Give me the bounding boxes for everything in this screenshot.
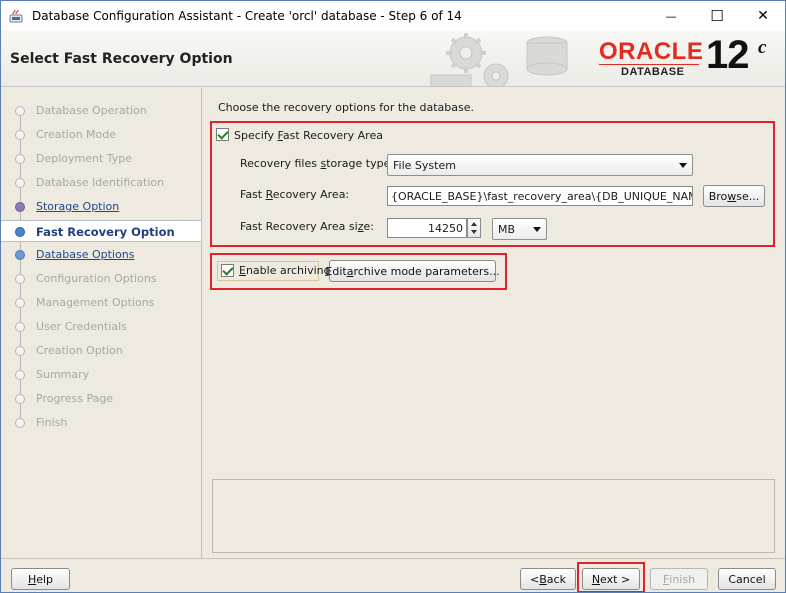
step-status-icon (15, 202, 25, 212)
step-label: User Credentials (36, 320, 127, 333)
cancel-button[interactable]: Cancel (718, 568, 776, 590)
oracle-logo: ORACLE (599, 38, 704, 65)
storage-type-value: File System (393, 159, 456, 172)
storage-type-label: Recovery files storage type: (240, 157, 395, 170)
step-item: Management Options (1, 292, 201, 314)
step-status-icon (15, 130, 25, 140)
step-item: Progress Page (1, 388, 201, 410)
step-status-icon (15, 418, 25, 428)
enable-archiving-label[interactable]: Enable archiving (239, 264, 331, 277)
close-button[interactable]: ✕ (740, 1, 785, 31)
window-title: Database Configuration Assistant - Creat… (32, 9, 462, 23)
spinner-down-icon[interactable] (471, 230, 477, 234)
step-item: Finish (1, 412, 201, 434)
step-item: Summary (1, 364, 201, 386)
step-item[interactable]: Database Options (1, 244, 201, 266)
step-item: Creation Mode (1, 124, 201, 146)
edit-archive-params-button[interactable]: Edit a rchive mode parameters... (325, 260, 500, 282)
step-label: Creation Mode (36, 128, 117, 141)
minimize-button[interactable]: — (648, 1, 694, 31)
footer-bar: Help < Back Next > Finish Cancel (1, 558, 785, 592)
step-status-icon (15, 106, 25, 116)
step-item: Deployment Type (1, 148, 201, 170)
close-icon: ✕ (757, 8, 769, 24)
storage-type-select[interactable]: File System (387, 154, 693, 176)
step-label: Storage Option (36, 200, 120, 213)
step-item[interactable]: Storage Option (1, 196, 201, 218)
maximize-button[interactable]: ☐ (694, 1, 740, 31)
page-title: Select Fast Recovery Option (10, 51, 233, 67)
fra-location-label: Fast Recovery Area: (240, 188, 350, 201)
step-label: Creation Option (36, 344, 123, 357)
content-panel: Choose the recovery options for the data… (203, 88, 785, 558)
step-status-icon (15, 250, 25, 260)
oracle-logo-subtitle: DATABASE (621, 66, 685, 78)
version-suffix: c (758, 37, 767, 58)
step-item: Database Identification (1, 172, 201, 194)
step-item: Configuration Options (1, 268, 201, 290)
step-status-icon (15, 394, 25, 404)
enable-archiving-checkbox[interactable] (221, 264, 234, 277)
fra-location-input[interactable]: {ORACLE_BASE}\fast_recovery_area\{DB_UNI… (387, 186, 693, 206)
step-label: Configuration Options (36, 272, 157, 285)
chevron-down-icon (679, 163, 687, 168)
wizard-steps-panel: Database Operation Creation Mode Deploymen… (1, 88, 202, 558)
gears-decoration-icon (430, 33, 568, 86)
step-item: Creation Option (1, 340, 201, 362)
maximize-icon: ☐ (710, 7, 724, 25)
step-label: Fast Recovery Option (36, 225, 175, 239)
title-bar[interactable]: Database Configuration Assistant - Creat… (1, 1, 785, 31)
step-label: Finish (36, 416, 68, 429)
step-label: Summary (36, 368, 90, 381)
messages-panel (212, 479, 775, 553)
java-app-icon (9, 9, 23, 23)
dbca-window: Database Configuration Assistant - Creat… (0, 0, 786, 593)
step-status-icon (15, 154, 25, 164)
step-label: Progress Page (36, 392, 114, 405)
step-item: Fast Recovery Option (1, 220, 201, 242)
spinner-up-icon[interactable] (471, 222, 477, 226)
step-status-icon (15, 346, 25, 356)
step-label: Management Options (36, 296, 155, 309)
step-label: Database Identification (36, 176, 165, 189)
step-status-icon (15, 370, 25, 380)
specify-fra-checkbox[interactable] (216, 128, 229, 141)
page-header-banner: Select Fast Recovery Option ORACLE DATAB… (1, 31, 785, 87)
fra-size-label: Fast Recovery Area size: (240, 220, 374, 233)
help-button[interactable]: Help (11, 568, 70, 590)
step-status-icon (15, 274, 25, 284)
fra-size-spinner[interactable] (467, 218, 481, 238)
step-status-icon (15, 298, 25, 308)
fra-size-unit-value: MB (498, 223, 516, 236)
version-number: 12 (706, 33, 749, 77)
specify-fra-label[interactable]: Specify Fast Recovery Area (234, 129, 383, 142)
fra-size-unit-select[interactable]: MB (492, 218, 547, 240)
step-item: User Credentials (1, 316, 201, 338)
instruction-text: Choose the recovery options for the data… (218, 101, 474, 114)
fra-size-input[interactable]: 14250 (387, 218, 467, 238)
step-item: Database Operation (1, 100, 201, 122)
chevron-down-icon (533, 227, 541, 232)
finish-button[interactable]: Finish (650, 568, 708, 590)
back-button[interactable]: < Back (520, 568, 576, 590)
minimize-icon: — (665, 9, 677, 23)
logo-divider (599, 64, 699, 65)
step-label: Deployment Type (36, 152, 133, 165)
step-status-icon (15, 322, 25, 332)
step-label: Database Options (36, 248, 135, 261)
browse-button[interactable]: Bro w se... (703, 185, 765, 207)
next-button[interactable]: Next > (582, 568, 640, 590)
step-status-icon (15, 178, 25, 188)
step-label: Database Operation (36, 104, 147, 117)
step-status-icon (15, 227, 25, 237)
